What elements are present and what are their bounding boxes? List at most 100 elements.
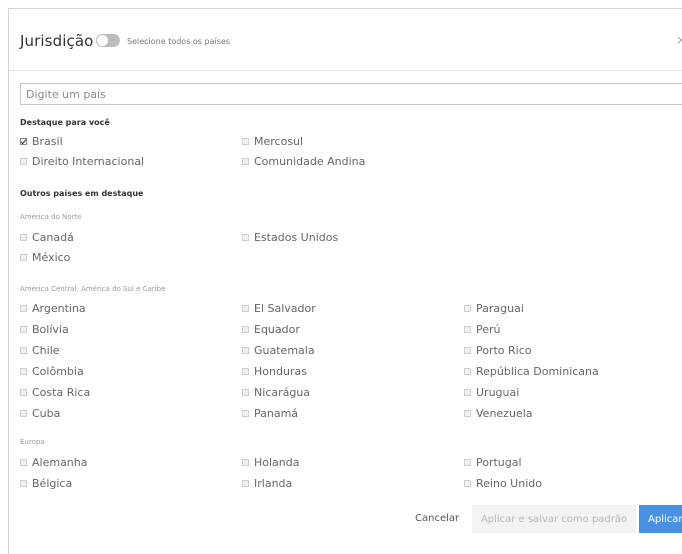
- checkbox-icon: [20, 480, 27, 487]
- checkbox-label: Canadá: [32, 231, 74, 244]
- checkbox-icon: [20, 158, 27, 165]
- checkbox-icon: [464, 410, 471, 417]
- checkbox-label: República Dominicana: [476, 365, 599, 378]
- checkbox-label: Brasil: [32, 135, 63, 148]
- checkbox-paraguai[interactable]: Paraguai: [464, 302, 524, 315]
- checkbox-nicaragua[interactable]: Nicarágua: [242, 386, 310, 399]
- checkbox-chile[interactable]: Chile: [20, 344, 60, 357]
- checkbox-mexico[interactable]: México: [20, 251, 70, 264]
- checkbox-panama[interactable]: Panamá: [242, 407, 298, 420]
- checkbox-holanda[interactable]: Holanda: [242, 456, 300, 469]
- checkbox-icon: [464, 305, 471, 312]
- checkbox-reino-unido[interactable]: Reino Unido: [464, 477, 542, 490]
- checkbox-el-salvador[interactable]: El Salvador: [242, 302, 316, 315]
- checkbox-icon: [20, 254, 27, 261]
- checkbox-icon: [20, 410, 27, 417]
- checkbox-icon: [20, 138, 27, 145]
- checkbox-brasil[interactable]: Brasil: [20, 135, 63, 148]
- checkbox-icon: [20, 368, 27, 375]
- checkbox-honduras[interactable]: Honduras: [242, 365, 307, 378]
- checkbox-estados-unidos[interactable]: Estados Unidos: [242, 231, 338, 244]
- apply-button[interactable]: Aplicar: [639, 505, 682, 533]
- checkbox-icon: [464, 459, 471, 466]
- checkbox-label: Nicarágua: [254, 386, 311, 399]
- checkbox-label: Irlanda: [254, 477, 293, 490]
- checkbox-label: Uruguai: [476, 386, 520, 399]
- checkbox-venezuela[interactable]: Venezuela: [464, 407, 533, 420]
- checkbox-peru[interactable]: Perú: [464, 323, 501, 336]
- checkbox-icon: [242, 138, 249, 145]
- dialog-title: Jurisdição: [20, 32, 94, 50]
- checkbox-label: Chile: [32, 344, 60, 357]
- checkbox-uruguai[interactable]: Uruguai: [464, 386, 519, 399]
- checkbox-porto-rico[interactable]: Porto Rico: [464, 344, 532, 357]
- checkbox-bolivia[interactable]: Bolívia: [20, 323, 69, 336]
- checkbox-label: Estados Unidos: [254, 231, 339, 244]
- checkbox-label: Guatemala: [254, 344, 315, 357]
- europe-group-title: Europa: [20, 438, 45, 446]
- checkbox-icon: [242, 459, 249, 466]
- country-search-input[interactable]: [20, 83, 682, 105]
- checkbox-label: Cuba: [32, 407, 61, 420]
- checkbox-icon: [242, 326, 249, 333]
- apply-and-save-default-button[interactable]: Aplicar e salvar como padrão: [472, 505, 636, 533]
- checkbox-label: Perú: [476, 323, 501, 336]
- checkbox-icon: [20, 459, 27, 466]
- checkbox-icon: [464, 326, 471, 333]
- checkbox-icon: [242, 389, 249, 396]
- checkbox-label: Argentina: [32, 302, 86, 315]
- checkbox-label: Portugal: [476, 456, 522, 469]
- jurisdiction-dialog: Jurisdição Selecione todos os países × D…: [8, 8, 682, 554]
- checkbox-icon: [242, 480, 249, 487]
- checkbox-label: El Salvador: [254, 302, 316, 315]
- checkbox-icon: [242, 234, 249, 241]
- latin-america-group-title: América Central, América do Sul e Caribe: [20, 285, 166, 293]
- checkbox-icon: [20, 305, 27, 312]
- checkbox-icon: [464, 480, 471, 487]
- checkbox-republica-dominicana[interactable]: República Dominicana: [464, 365, 599, 378]
- checkbox-irlanda[interactable]: Irlanda: [242, 477, 292, 490]
- checkbox-mercosul[interactable]: Mercosul: [242, 135, 303, 148]
- checkbox-icon: [464, 347, 471, 354]
- checkbox-label: Comunidade Andina: [254, 155, 366, 168]
- cancel-button[interactable]: Cancelar: [415, 513, 459, 524]
- checkbox-alemanha[interactable]: Alemanha: [20, 456, 88, 469]
- checkbox-belgica[interactable]: Bélgica: [20, 477, 72, 490]
- checkbox-label: Venezuela: [476, 407, 533, 420]
- checkbox-label: Bolívia: [32, 323, 69, 336]
- checkbox-colombia[interactable]: Colômbia: [20, 365, 84, 378]
- checkbox-label: Paraguai: [476, 302, 524, 315]
- select-all-toggle[interactable]: [96, 34, 120, 47]
- checkbox-label: Honduras: [254, 365, 307, 378]
- checkbox-icon: [20, 347, 27, 354]
- checkbox-icon: [242, 347, 249, 354]
- checkbox-label: Costa Rica: [32, 386, 91, 399]
- select-all-label[interactable]: Selecione todos os países: [127, 37, 230, 46]
- checkbox-label: Porto Rico: [476, 344, 532, 357]
- toggle-knob: [97, 35, 108, 46]
- checkbox-portugal[interactable]: Portugal: [464, 456, 522, 469]
- checkbox-equador[interactable]: Equador: [242, 323, 300, 336]
- checkbox-label: Panamá: [254, 407, 299, 420]
- checkbox-icon: [242, 305, 249, 312]
- checkbox-comunidade-andina[interactable]: Comunidade Andina: [242, 155, 365, 168]
- checkbox-argentina[interactable]: Argentina: [20, 302, 86, 315]
- checkbox-cuba[interactable]: Cuba: [20, 407, 60, 420]
- checkbox-label: Bélgica: [32, 477, 73, 490]
- checkbox-label: Alemanha: [32, 456, 88, 469]
- checkbox-direito-internacional[interactable]: Direito Internacional: [20, 155, 144, 168]
- checkbox-icon: [242, 158, 249, 165]
- checkbox-costa-rica[interactable]: Costa Rica: [20, 386, 90, 399]
- checkbox-icon: [20, 389, 27, 396]
- checkbox-label: Direito Internacional: [32, 155, 145, 168]
- checkbox-label: Equador: [254, 323, 300, 336]
- checkbox-label: Mercosul: [254, 135, 304, 148]
- checkbox-label: México: [32, 251, 71, 264]
- checkbox-guatemala[interactable]: Guatemala: [242, 344, 315, 357]
- north-america-group-title: América do Norte: [20, 213, 82, 221]
- dialog-footer: Cancelar Aplicar e salvar como padrão Ap…: [9, 505, 682, 535]
- checkbox-canada[interactable]: Canadá: [20, 231, 74, 244]
- checkbox-icon: [20, 326, 27, 333]
- checkbox-label: Colômbia: [32, 365, 84, 378]
- close-icon[interactable]: ×: [676, 34, 682, 46]
